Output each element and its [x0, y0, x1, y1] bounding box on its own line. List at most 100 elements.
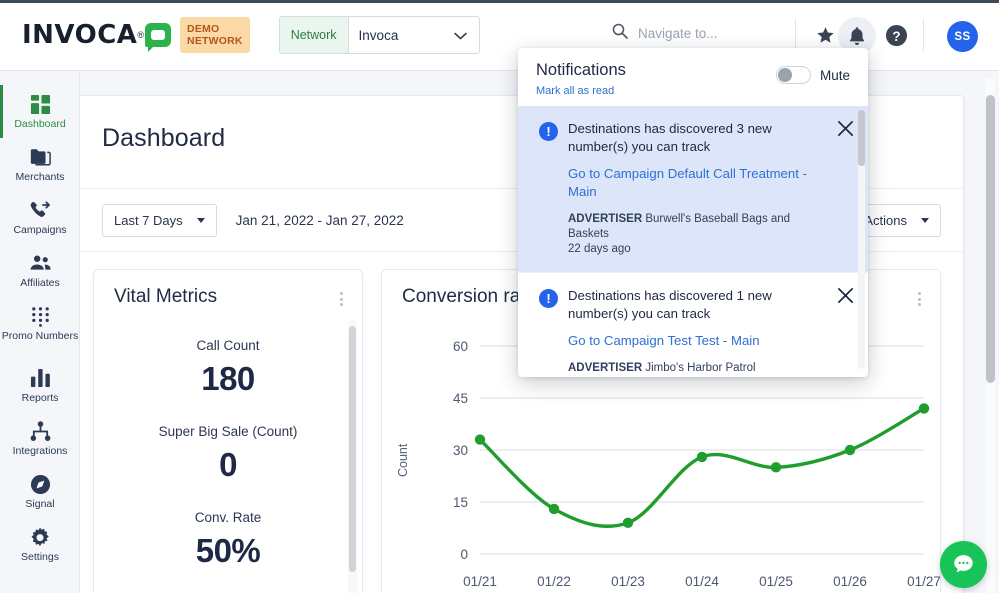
- svg-text:01/24: 01/24: [685, 574, 719, 589]
- date-preset-label: Last 7 Days: [114, 212, 183, 228]
- metric-label: Call Count: [196, 338, 260, 353]
- page-scrollbar-thumb[interactable]: [986, 95, 995, 383]
- notification-meta: ADVERTISER Jimbo's Harbor Patrol 2 month…: [568, 361, 826, 377]
- network-selector[interactable]: Network Invoca: [278, 16, 480, 54]
- metric-conv-rate: Conv. Rate 50%: [94, 510, 362, 570]
- vital-metrics-widget: Vital Metrics Call Count 180 Super Big S…: [93, 269, 363, 593]
- metric-super-big-sale: Super Big Sale (Count) 0: [94, 424, 362, 484]
- date-range-text: Jan 21, 2022 - Jan 27, 2022: [235, 212, 404, 228]
- sidebar-item-promo-numbers[interactable]: Promo Numbers: [0, 305, 80, 367]
- svg-text:01/23: 01/23: [611, 574, 645, 589]
- demo-badge-line1: DEMO: [187, 23, 220, 35]
- svg-text:45: 45: [453, 391, 468, 406]
- chevron-down-icon: [453, 29, 479, 42]
- sidebar-item-merchants[interactable]: Merchants: [0, 146, 80, 199]
- global-search[interactable]: Navigate to...: [612, 23, 718, 44]
- metric-label: Conv. Rate: [194, 510, 262, 525]
- sidebar-item-signal[interactable]: Signal: [0, 473, 80, 526]
- demo-network-badge: DEMO NETWORK: [180, 17, 250, 53]
- svg-text:0: 0: [460, 547, 468, 562]
- notification-meta-label: ADVERTISER: [568, 213, 643, 225]
- sidebar-item-label: Dashboard: [14, 118, 66, 130]
- sidebar-item-integrations[interactable]: Integrations: [0, 420, 80, 473]
- nodes-icon: [30, 420, 51, 442]
- notification-meta-label: ADVERTISER: [568, 362, 643, 374]
- sidebar-navigation: Dashboard Merchants Campaigns Affiliates: [0, 71, 80, 593]
- registered-mark: ®: [137, 30, 145, 40]
- mute-toggle[interactable]: [775, 66, 811, 84]
- invoca-logo[interactable]: INVOCA ® DEMO NETWORK: [22, 17, 250, 53]
- topbar-divider-right: [923, 19, 924, 51]
- svg-text:01/25: 01/25: [759, 574, 793, 589]
- notification-link[interactable]: Go to Campaign Test Test - Main: [568, 332, 826, 350]
- users-icon: [29, 252, 52, 274]
- notification-text: Destinations has discovered 3 new number…: [568, 121, 772, 154]
- notifications-header: Notifications Mark all as read Mute: [518, 48, 868, 106]
- sidebar-item-label: Campaigns: [13, 224, 67, 236]
- notification-time: 22 days ago: [568, 243, 631, 255]
- metric-value: 180: [201, 360, 255, 397]
- demo-badge-line2: NETWORK: [187, 35, 243, 47]
- speech-bubble-icon: [145, 23, 172, 52]
- mark-all-as-read-link[interactable]: Mark all as read: [536, 85, 850, 97]
- notification-link[interactable]: Go to Campaign Default Call Treatment - …: [568, 165, 826, 201]
- phone-forward-icon: [29, 199, 52, 221]
- sidebar-item-reports[interactable]: Reports: [0, 367, 80, 420]
- close-icon[interactable]: [836, 120, 854, 138]
- sidebar-item-settings[interactable]: Settings: [0, 526, 80, 579]
- topbar-accent-strip: [0, 0, 999, 3]
- sidebar-item-campaigns[interactable]: Campaigns: [0, 199, 80, 252]
- sidebar-item-label: Integrations: [12, 445, 68, 457]
- notification-item[interactable]: ! Destinations has discovered 3 new numb…: [518, 106, 868, 273]
- network-selector-value: Invoca: [358, 27, 399, 43]
- close-icon[interactable]: [836, 287, 854, 305]
- kebab-menu-icon[interactable]: [337, 286, 346, 312]
- logo-text: INVOCA: [22, 20, 138, 50]
- chevron-down-icon: [196, 217, 205, 223]
- sidebar-item-label: Affiliates: [20, 277, 60, 289]
- svg-text:01/22: 01/22: [537, 574, 571, 589]
- svg-text:01/27: 01/27: [907, 574, 941, 589]
- sidebar-item-label: Promo Numbers: [1, 330, 79, 342]
- vital-metrics-title: Vital Metrics: [114, 286, 218, 307]
- avatar[interactable]: SS: [947, 21, 978, 52]
- date-preset-dropdown[interactable]: Last 7 Days: [102, 203, 217, 237]
- notification-item[interactable]: ! Destinations has discovered 1 new numb…: [518, 273, 868, 377]
- search-input[interactable]: Navigate to...: [638, 26, 718, 41]
- keypad-icon: [30, 305, 51, 327]
- app-root: INVOCA ® DEMO NETWORK Network Invoca Nav…: [0, 0, 999, 593]
- notification-text: Destinations has discovered 1 new number…: [568, 288, 772, 321]
- svg-text:15: 15: [453, 495, 468, 510]
- bar-chart-icon: [30, 367, 51, 389]
- notifications-panel: Notifications Mark all as read Mute ! De…: [518, 48, 868, 377]
- sidebar-item-affiliates[interactable]: Affiliates: [0, 252, 80, 305]
- topbar-divider-left: [795, 19, 796, 51]
- vital-metrics-scrollbar-thumb[interactable]: [349, 326, 356, 572]
- folder-icon: [29, 146, 51, 168]
- sidebar-item-label: Reports: [21, 392, 59, 404]
- notification-meta-value: Jimbo's Harbor Patrol: [645, 362, 756, 374]
- metric-value: 50%: [195, 532, 261, 569]
- notifications-list: ! Destinations has discovered 3 new numb…: [518, 106, 868, 377]
- metric-call-count: Call Count 180: [94, 338, 362, 398]
- kebab-menu-icon[interactable]: [915, 286, 924, 312]
- svg-text:60: 60: [453, 339, 468, 354]
- mute-label: Mute: [819, 67, 850, 83]
- sidebar-item-label: Settings: [21, 551, 59, 563]
- sidebar-item-label: Signal: [25, 498, 55, 510]
- help-icon[interactable]: ?: [881, 20, 912, 51]
- chat-bubble-icon[interactable]: [940, 541, 987, 588]
- chart-y-axis-label: Count: [396, 443, 410, 477]
- mute-control: Mute: [775, 66, 850, 84]
- svg-text:30: 30: [453, 443, 468, 458]
- metric-value: 0: [219, 446, 237, 483]
- search-icon: [612, 23, 628, 44]
- sidebar-item-label: Merchants: [15, 171, 65, 183]
- grid-icon: [30, 93, 51, 115]
- star-icon[interactable]: [810, 20, 841, 51]
- gear-icon: [29, 526, 51, 548]
- chevron-down-icon: [921, 217, 929, 223]
- notifications-scrollbar-thumb[interactable]: [858, 110, 865, 166]
- sidebar-item-dashboard[interactable]: Dashboard: [0, 85, 80, 146]
- actions-label: Actions: [864, 212, 907, 228]
